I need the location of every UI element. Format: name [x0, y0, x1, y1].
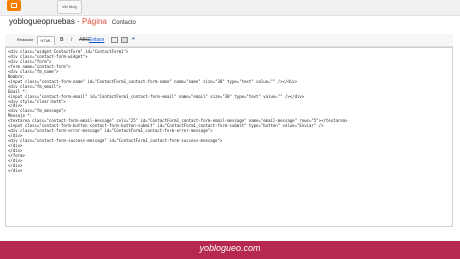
watermark-brand: yoblogueo.com	[199, 243, 261, 253]
html-tab[interactable]: HTML	[37, 36, 55, 45]
italic-icon[interactable]: I	[71, 36, 72, 44]
html-editor-textarea[interactable]: <div class="widget ContactForm" id="Cont…	[5, 47, 453, 227]
link-button[interactable]: Enlace	[89, 36, 104, 44]
html-source-code[interactable]: <div class="widget ContactForm" id="Cont…	[8, 49, 348, 174]
blog-name[interactable]: yoblogueopruebas	[9, 17, 75, 26]
top-bar: Ver blog	[0, 0, 460, 16]
view-blog-button[interactable]: Ver blog	[57, 0, 82, 14]
editor-toolbar: Redactar HTML B I ABC Enlace ❝	[5, 34, 453, 47]
code-line: <div class="contact-form-error-message" …	[8, 128, 213, 134]
insert-video-icon[interactable]	[121, 37, 128, 43]
code-line: </div>	[8, 167, 23, 173]
title-separator: ·	[74, 17, 82, 26]
code-line: <div class="contact-form-success-message…	[8, 138, 223, 144]
page-title-bar: yoblogueopruebas · Página Contacto	[9, 17, 136, 26]
insert-image-icon[interactable]	[111, 37, 118, 43]
blogger-logo-icon[interactable]	[7, 0, 21, 11]
bold-icon[interactable]: B	[60, 36, 64, 44]
compose-tab[interactable]: Redactar	[11, 36, 39, 44]
page-label: Página	[81, 17, 107, 26]
strikethrough-icon[interactable]: ABC	[79, 36, 89, 44]
page-title[interactable]: Contacto	[112, 20, 136, 26]
quote-icon[interactable]: ❝	[132, 36, 135, 44]
watermark-banner: yoblogueo.com	[0, 241, 460, 259]
